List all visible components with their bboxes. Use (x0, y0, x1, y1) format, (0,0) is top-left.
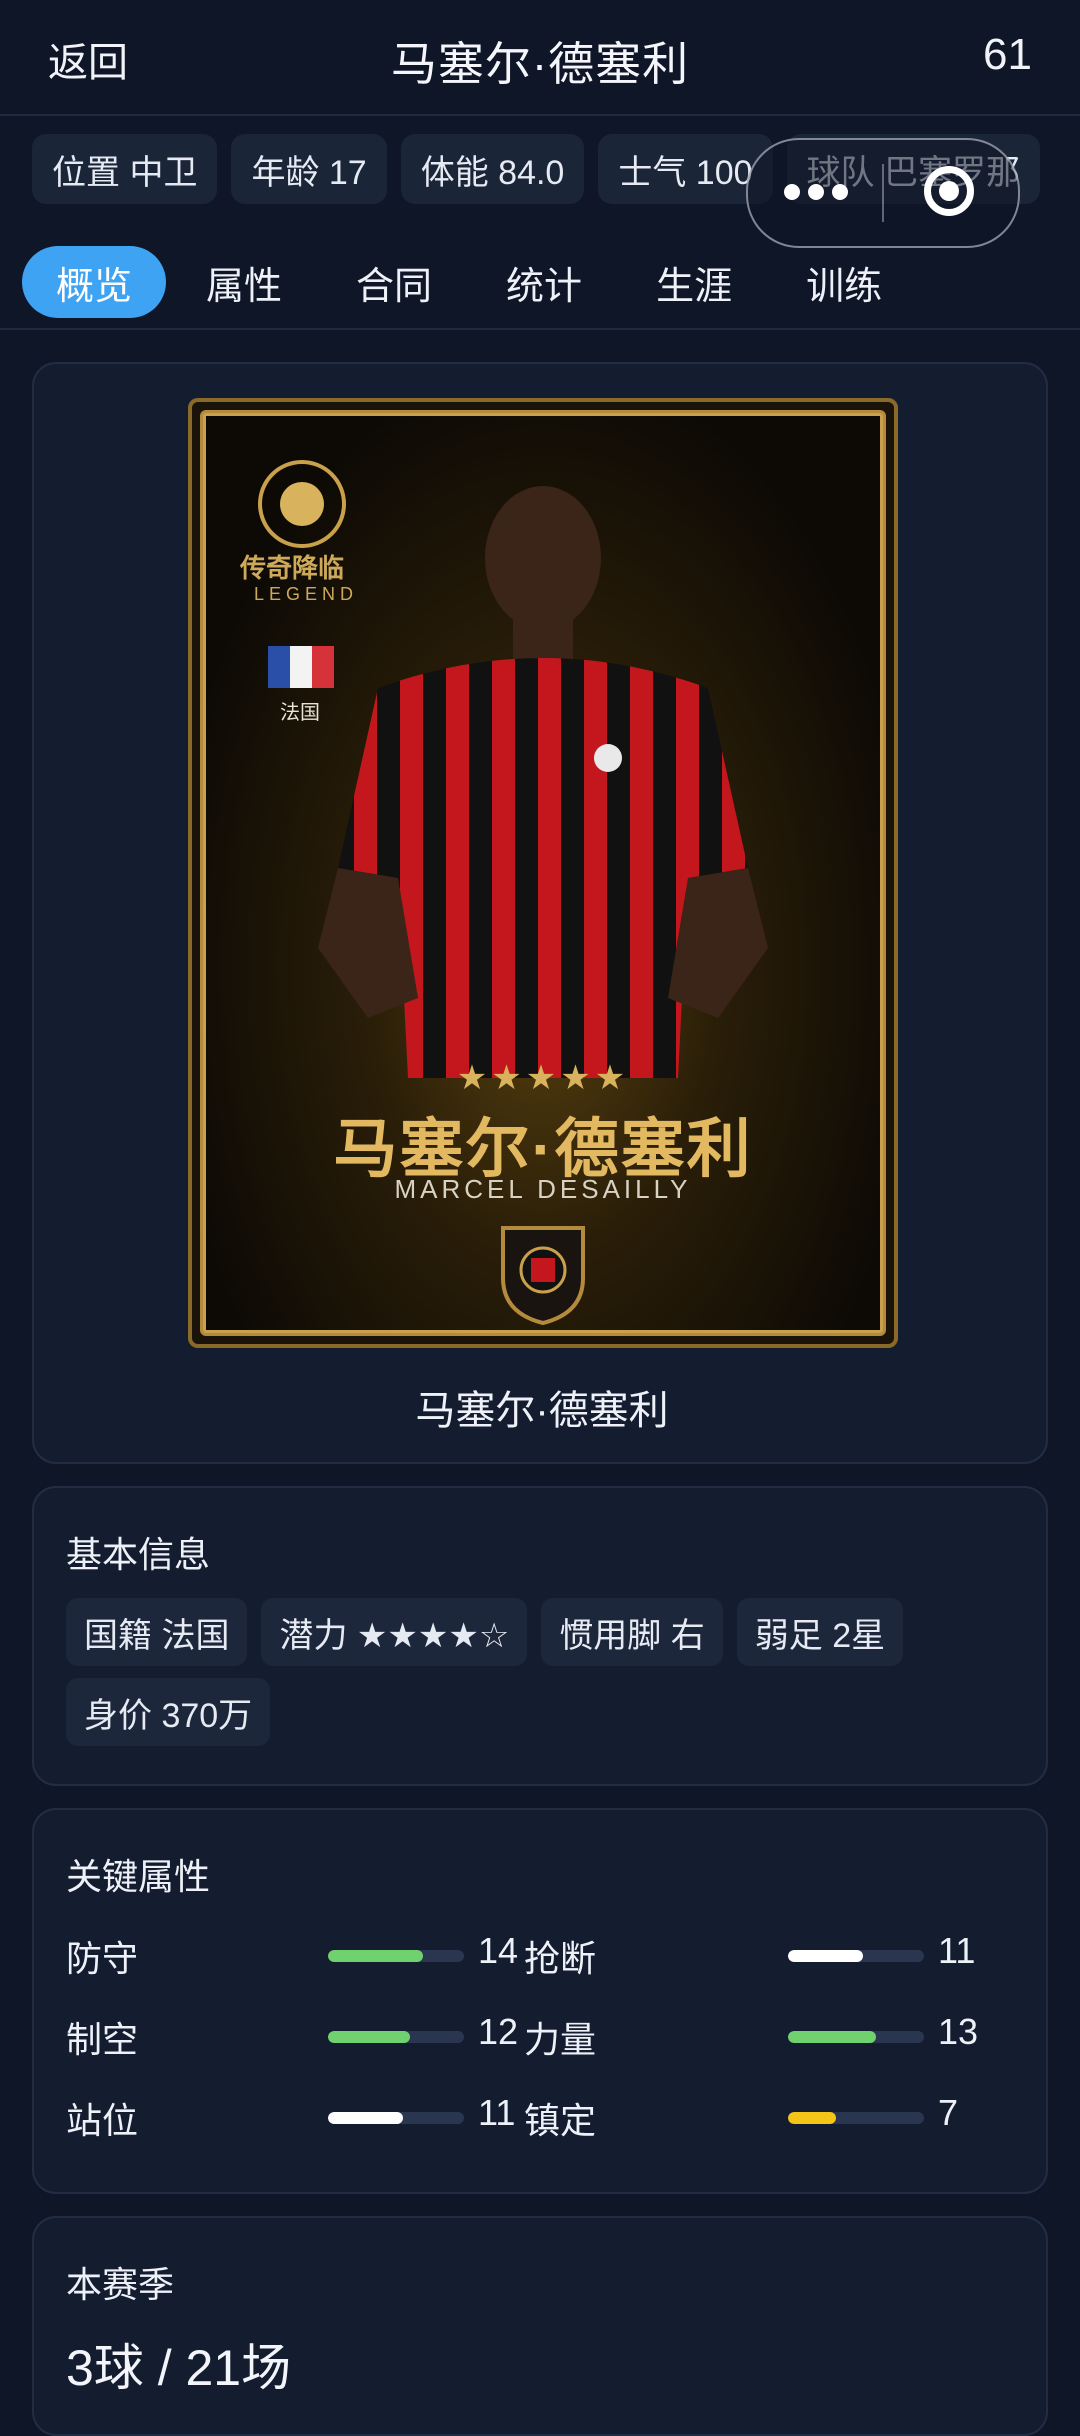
page-title: 马塞尔·德塞利 (390, 38, 690, 90)
player-card-art: 传奇降临 LEGEND 法国 ★★★★★ 马塞尔·德塞利 MARCEL DESA… (188, 398, 898, 1348)
attr-row: 站位 11 镇定 7 (34, 2092, 1050, 2142)
attr-bar (788, 2112, 924, 2124)
info-weak-foot: 弱足 2星 (736, 1598, 904, 1666)
attr-label: 力量 (524, 2019, 597, 2060)
card-name-en: MARCEL DESAILLY (394, 1174, 692, 1204)
attr-bar (788, 2031, 924, 2043)
tab-training[interactable]: 训练 (772, 246, 916, 318)
key-attributes-card: 关键属性 防守 14 抢断 11 制空 12 力量 13 站位 11 镇定 7 (32, 1808, 1048, 2194)
player-card-panel: 传奇降临 LEGEND 法国 ★★★★★ 马塞尔·德塞利 MARCEL DESA… (32, 362, 1048, 1464)
season-goals-apps: 3球 / 21场 (66, 2340, 292, 2396)
attr-value: 13 (938, 2011, 979, 2052)
attr-row: 制空 12 力量 13 (34, 2011, 1050, 2061)
attr-bar (328, 1950, 464, 1962)
attr-bar (788, 1950, 924, 1962)
attr-value: 12 (478, 2011, 519, 2052)
chip-position: 位置 中卫 (32, 134, 218, 204)
basic-info-chips: 国籍 法国 潜力 ★★★★☆ 惯用脚 右 弱足 2星 身价 370万 (66, 1598, 1016, 1746)
attr-value: 7 (938, 2092, 959, 2133)
info-market-value: 身价 370万 (66, 1678, 271, 1746)
attr-label: 站位 (66, 2100, 139, 2141)
season-title: 本赛季 (66, 2264, 175, 2305)
attr-value: 11 (478, 2092, 516, 2133)
chip-age: 年龄 17 (231, 134, 387, 204)
miniprogram-capsule (746, 138, 1020, 248)
key-attributes-title: 关键属性 (66, 1856, 211, 1897)
attr-label: 防守 (66, 1938, 139, 1979)
tab-career[interactable]: 生涯 (622, 246, 766, 318)
attr-label: 制空 (66, 2019, 139, 2060)
tab-contract[interactable]: 合同 (322, 246, 466, 318)
capsule-divider (882, 164, 884, 222)
tab-stats[interactable]: 统计 (472, 246, 616, 318)
tab-overview[interactable]: 概览 (22, 246, 167, 318)
close-miniprogram-icon[interactable] (924, 166, 974, 216)
attr-bar (328, 2112, 464, 2124)
overall-rating: 61 (983, 30, 1032, 79)
info-nationality: 国籍 法国 (66, 1598, 248, 1666)
attr-label: 镇定 (524, 2100, 597, 2141)
attr-bar (328, 2031, 464, 2043)
player-name-caption: 马塞尔·德塞利 (415, 1389, 669, 1433)
tab-divider (0, 328, 1080, 330)
more-icon[interactable] (784, 170, 864, 214)
season-card: 本赛季 3球 / 21场 (32, 2216, 1048, 2436)
attr-label: 抢断 (524, 1938, 597, 1979)
tab-bar: 概览 属性 合同 统计 生涯 训练 (22, 246, 922, 318)
info-preferred-foot: 惯用脚 右 (541, 1598, 723, 1666)
chip-stamina: 体能 84.0 (400, 134, 585, 204)
club-badge-icon (501, 1226, 585, 1326)
tab-attributes[interactable]: 属性 (172, 246, 316, 318)
attr-value: 11 (938, 1930, 976, 1971)
top-bar: 返回 马塞尔·德塞利 61 (0, 0, 1080, 116)
card-stars: ★★★★★ (456, 1059, 630, 1097)
attr-value: 14 (478, 1930, 519, 1971)
player-portrait (318, 486, 768, 1078)
basic-info-title: 基本信息 (66, 1534, 211, 1575)
info-potential: 潜力 ★★★★☆ (261, 1598, 528, 1666)
basic-info-card: 基本信息 国籍 法国 潜力 ★★★★☆ 惯用脚 右 弱足 2星 身价 370万 (32, 1486, 1048, 1786)
attr-row: 防守 14 抢断 11 (34, 1930, 1050, 1980)
